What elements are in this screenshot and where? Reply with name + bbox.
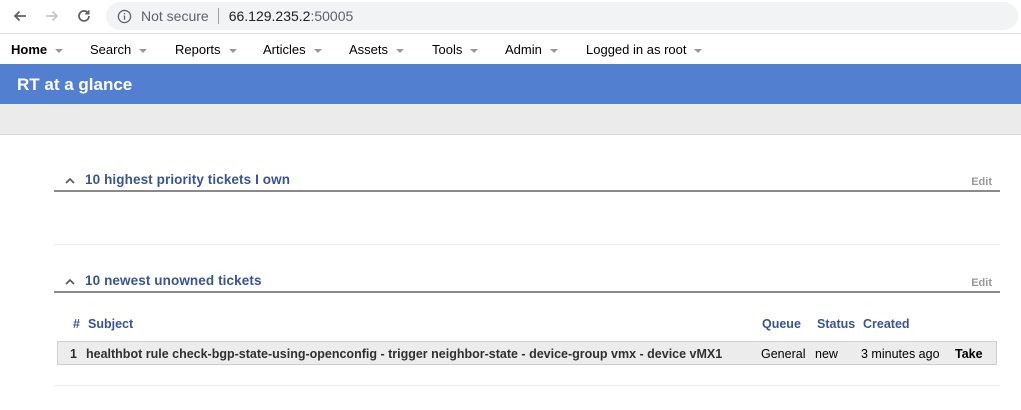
dropdown-caret-icon (549, 48, 558, 53)
security-status: Not secure (141, 8, 209, 24)
edit-link[interactable]: Edit (971, 277, 992, 289)
dropdown-caret-icon (228, 48, 237, 53)
menu-item-tools[interactable]: Tools (432, 42, 479, 57)
menu-item-label: Home (11, 42, 48, 57)
address-bar[interactable]: Not secure 66.129.235.2:50005 (106, 2, 1018, 30)
page-subheader (0, 104, 1021, 135)
menu-item-label: Reports (175, 42, 221, 57)
portlet-title[interactable]: 10 highest priority tickets I own (85, 172, 290, 187)
menu-item-search[interactable]: Search (90, 42, 148, 57)
menu-item-label: Logged in as root (586, 42, 687, 57)
ticket-id[interactable]: 1 (70, 347, 77, 361)
forward-arrow-icon[interactable] (42, 6, 62, 26)
edit-link[interactable]: Edit (971, 176, 992, 188)
page-header: RT at a glance (0, 64, 1021, 104)
take-link[interactable]: Take (955, 347, 983, 361)
column-header-status[interactable]: Status (817, 317, 855, 331)
column-header-subject[interactable]: Subject (88, 317, 133, 331)
menu-item-label: Admin (505, 42, 542, 57)
dropdown-caret-icon (55, 48, 64, 53)
ticket-created: 3 minutes ago (861, 347, 940, 361)
menu-item-home[interactable]: Home (11, 42, 64, 57)
menu-item-label: Articles (263, 42, 306, 57)
menu-item-assets[interactable]: Assets (349, 42, 405, 57)
reload-icon[interactable] (74, 6, 94, 26)
menu-item-label: Search (90, 42, 132, 57)
main-menu: Home Search Reports Articles Assets Tool… (0, 33, 1021, 64)
menu-item-articles[interactable]: Articles (263, 42, 322, 57)
dropdown-caret-icon (396, 48, 405, 53)
dropdown-caret-icon (313, 48, 322, 53)
menu-item-reports[interactable]: Reports (175, 42, 237, 57)
menu-item-label: Tools (432, 42, 463, 57)
back-arrow-icon[interactable] (10, 6, 30, 26)
portlet-header-my-priority-tickets: 10 highest priority tickets I own Edit (54, 172, 1000, 192)
page-title: RT at a glance (17, 75, 133, 94)
ticket-queue: General (761, 347, 806, 361)
portlet-title[interactable]: 10 newest unowned tickets (85, 273, 262, 288)
info-icon[interactable] (116, 8, 132, 24)
collapse-chevron-icon[interactable] (64, 275, 76, 287)
dropdown-caret-icon (470, 48, 479, 53)
portlet-divider (54, 244, 1000, 245)
browser-toolbar: Not secure 66.129.235.2:50005 (0, 0, 1021, 33)
url-text[interactable]: 66.129.235.2:50005 (229, 8, 354, 24)
column-header-queue[interactable]: Queue (762, 317, 801, 331)
url-host: 66.129.235.2 (228, 8, 311, 24)
portlet-header-newest-unowned-tickets: 10 newest unowned tickets Edit (54, 273, 1000, 293)
column-header-id[interactable]: # (73, 317, 80, 331)
dropdown-caret-icon (694, 48, 703, 53)
menu-item-label: Assets (349, 42, 389, 57)
url-port: :50005 (310, 8, 354, 24)
dropdown-caret-icon (139, 48, 148, 53)
ticket-subject[interactable]: healthbot rule check-bgp-state-using-ope… (86, 347, 722, 361)
menu-item-admin[interactable]: Admin (505, 42, 558, 57)
collapse-chevron-icon[interactable] (64, 174, 76, 186)
address-separator (217, 8, 219, 24)
column-header-created[interactable]: Created (863, 317, 910, 331)
table-row: 1 healthbot rule check-bgp-state-using-o… (57, 341, 997, 365)
portlet-divider (54, 385, 1000, 386)
menu-item-logged-in[interactable]: Logged in as root (586, 42, 703, 57)
ticket-status: new (815, 347, 838, 361)
